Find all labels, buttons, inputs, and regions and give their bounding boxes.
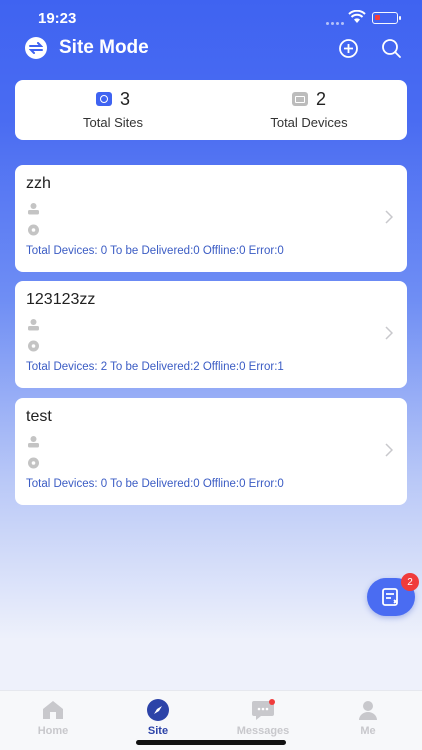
status-bar: 19:23 xyxy=(0,0,422,34)
total-devices-value: 2 xyxy=(315,88,326,109)
location-icon xyxy=(28,340,39,352)
site-card-zzh[interactable]: zzh Total Devices: 0 To be Delivered:0 O… xyxy=(15,165,407,272)
tab-label: Site xyxy=(147,725,169,737)
user-icon xyxy=(28,436,39,448)
user-icon xyxy=(28,203,39,215)
chevron-right-icon xyxy=(385,210,393,224)
site-name: 123123zz xyxy=(26,291,96,308)
site-device-stats: Total Devices: 2 To be Delivered:2 Offli… xyxy=(26,361,284,373)
total-sites-stat[interactable]: 3 Total Sites xyxy=(15,88,211,131)
page-title: Site Mode xyxy=(59,37,149,58)
location-icon xyxy=(28,457,39,469)
location-icon xyxy=(28,224,39,236)
sites-icon xyxy=(95,92,112,106)
tab-label: Messages xyxy=(236,725,290,737)
chevron-right-icon xyxy=(385,326,393,340)
site-name: test xyxy=(26,408,52,425)
user-icon xyxy=(28,319,39,331)
site-device-stats: Total Devices: 0 To be Delivered:0 Offli… xyxy=(26,245,284,257)
total-sites-label: Total Sites xyxy=(83,115,143,130)
tab-label: Me xyxy=(360,725,376,737)
site-name: zzh xyxy=(26,175,51,192)
total-devices-stat[interactable]: 2 Total Devices xyxy=(211,88,407,131)
search-icon[interactable] xyxy=(381,38,402,59)
total-sites-value: 3 xyxy=(119,88,130,109)
devices-icon xyxy=(291,92,308,106)
home-icon xyxy=(41,699,65,721)
chevron-right-icon xyxy=(385,443,393,457)
task-list-icon xyxy=(382,588,398,606)
tab-me[interactable]: Me xyxy=(328,699,408,737)
battery-icon xyxy=(372,12,401,24)
site-card-123123zz[interactable]: 123123zz Total Devices: 2 To be Delivere… xyxy=(15,281,407,388)
messages-icon xyxy=(251,699,275,721)
tab-messages[interactable]: Messages xyxy=(223,699,303,737)
tab-label: Home xyxy=(37,725,69,737)
profile-icon xyxy=(356,699,380,721)
total-devices-label: Total Devices xyxy=(270,115,348,130)
wifi-icon xyxy=(348,10,366,23)
site-device-stats: Total Devices: 0 To be Delivered:0 Offli… xyxy=(26,478,284,490)
notification-badge: 2 xyxy=(401,573,419,591)
status-time: 19:23 xyxy=(38,10,77,27)
header: Site Mode xyxy=(0,34,422,64)
task-list-button[interactable]: 2 xyxy=(367,573,419,616)
swap-icon[interactable] xyxy=(25,37,47,59)
site-card-test[interactable]: test Total Devices: 0 To be Delivered:0 … xyxy=(15,398,407,505)
summary-card: 3 Total Sites 2 Total Devices xyxy=(15,80,407,140)
compass-icon xyxy=(146,699,170,721)
tab-home[interactable]: Home xyxy=(13,699,93,737)
home-indicator xyxy=(136,740,286,745)
tab-site[interactable]: Site xyxy=(118,699,198,737)
signal-icon xyxy=(326,12,346,30)
plus-circle-icon[interactable] xyxy=(338,38,359,59)
